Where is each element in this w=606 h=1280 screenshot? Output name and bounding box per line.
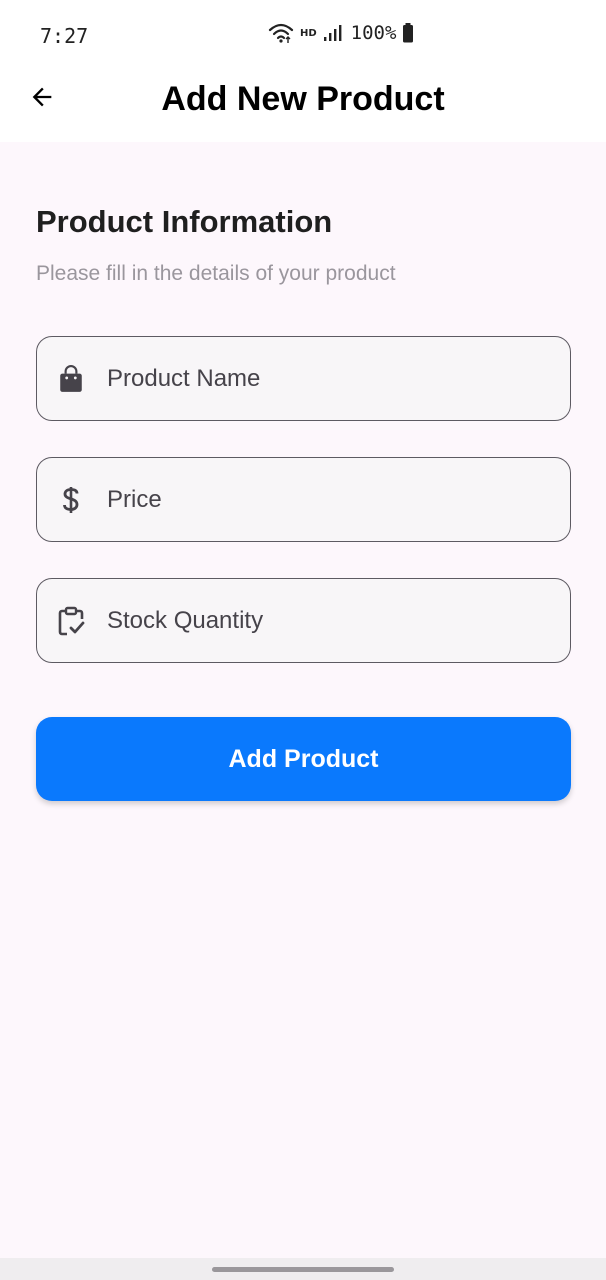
section-title: Product Information <box>36 204 333 239</box>
network-badge: HD <box>300 27 317 39</box>
add-product-button[interactable]: Add Product <box>36 717 571 801</box>
gesture-bar <box>0 1258 606 1280</box>
wifi-icon <box>268 22 294 44</box>
back-button[interactable] <box>22 79 62 119</box>
section-subtitle: Please fill in the details of your produ… <box>36 262 396 285</box>
clipboard-check-icon <box>57 606 85 635</box>
dollar-icon <box>57 486 85 514</box>
battery-icon <box>402 23 414 43</box>
product-name-input[interactable] <box>107 337 570 420</box>
price-field[interactable] <box>36 457 571 542</box>
page-title: Add New Product <box>161 80 445 118</box>
product-form: Product Information Please fill in the d… <box>36 142 571 801</box>
battery-percent: 100% <box>350 22 397 44</box>
app-bar: Add New Product <box>0 64 606 142</box>
price-input[interactable] <box>107 458 570 541</box>
stock-quantity-field[interactable] <box>36 578 571 663</box>
status-time: 7:27 <box>40 24 89 48</box>
product-name-field[interactable] <box>36 336 571 421</box>
form-fields <box>36 336 571 663</box>
status-bar: 7:27 HD 100% <box>0 0 606 64</box>
arrow-back-icon <box>28 83 56 116</box>
gesture-handle[interactable] <box>212 1267 394 1272</box>
signal-icon <box>323 24 343 42</box>
screen: 7:27 HD 100% Add New Product Product Inf… <box>0 0 606 1280</box>
stock-quantity-input[interactable] <box>107 579 570 662</box>
status-icons: HD 100% <box>268 22 414 44</box>
shopping-bag-icon <box>57 364 85 393</box>
